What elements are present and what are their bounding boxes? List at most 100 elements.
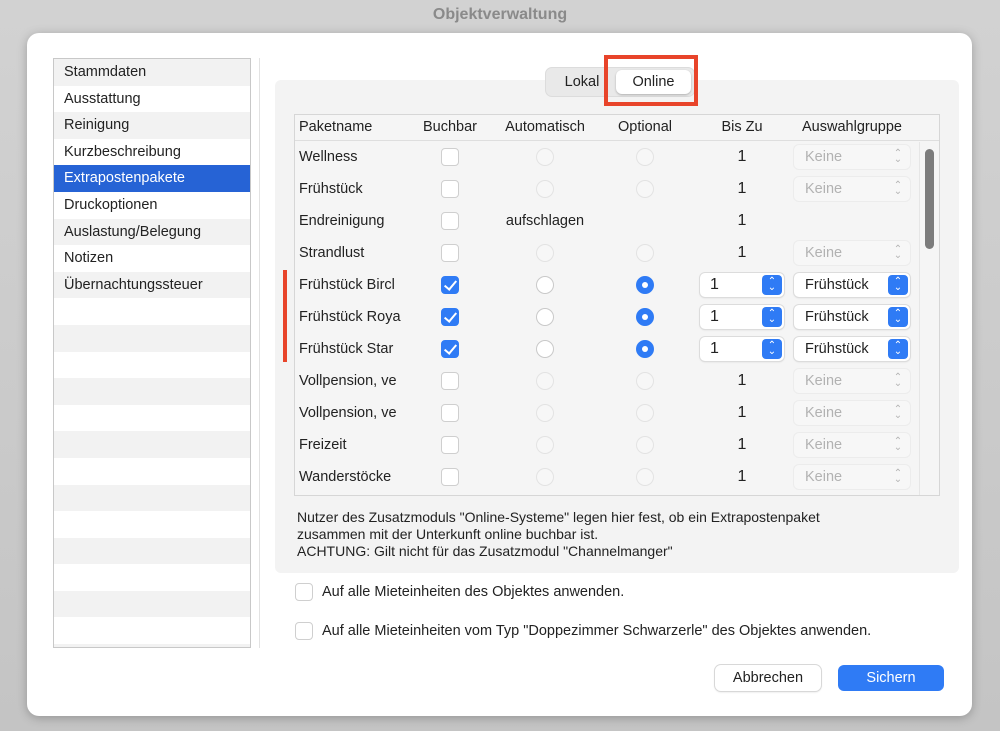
auswahlgruppe-cell: Keine ⌃ ⌄: [787, 177, 917, 201]
automatisch-radio[interactable]: [536, 276, 554, 294]
buchbar-checkbox[interactable]: [441, 276, 459, 294]
buchbar-checkbox[interactable]: [441, 436, 459, 454]
table-body: Wellness 1 Keine ⌃ ⌄ Frühstück 1 Keine ⌃ ⌄ Endrein…: [295, 141, 939, 493]
table-row[interactable]: Endreinigung aufschlagen 1: [295, 205, 939, 237]
buchbar-cell: [403, 372, 497, 390]
bis-zu-stepper[interactable]: 1 ⌃ ⌄: [700, 305, 784, 329]
window-title: Objektverwaltung: [432, 6, 568, 23]
buchbar-cell: [403, 308, 497, 326]
column-header-bis-zu[interactable]: Bis Zu: [697, 115, 787, 140]
buchbar-checkbox[interactable]: [441, 372, 459, 390]
optional-cell: [593, 372, 697, 390]
buchbar-checkbox[interactable]: [441, 244, 459, 262]
table-row[interactable]: Vollpension, ve 1 Keine ⌃ ⌄: [295, 397, 939, 429]
bis-zu-stepper[interactable]: 1 ⌃ ⌄: [700, 337, 784, 361]
bis-zu-value: 1: [737, 244, 747, 261]
stepper-arrows-icon[interactable]: ⌃ ⌄: [762, 307, 782, 327]
package-name: Frühstück Roya: [299, 309, 401, 325]
column-header-auswahlgruppe[interactable]: Auswahlgruppe: [787, 115, 917, 140]
package-name: Endreinigung: [299, 213, 385, 229]
sidebar-item[interactable]: Auslastung/Belegung: [54, 218, 250, 246]
column-header-buchbar[interactable]: Buchbar: [403, 115, 497, 140]
bis-zu-value[interactable]: 1: [710, 276, 719, 294]
apply-type-units-checkbox[interactable]: [295, 622, 313, 640]
automatisch-cell: [497, 340, 593, 358]
automatisch-radio: [536, 468, 554, 486]
buchbar-checkbox[interactable]: [441, 308, 459, 326]
buchbar-checkbox[interactable]: [441, 468, 459, 486]
package-name: Vollpension, ve: [299, 405, 397, 421]
bis-zu-value: 1: [737, 148, 747, 165]
table-row[interactable]: Frühstück 1 Keine ⌃ ⌄: [295, 173, 939, 205]
optional-radio[interactable]: [636, 308, 654, 326]
bis-zu-value: 1: [737, 404, 747, 421]
apply-all-units-checkbox[interactable]: [295, 583, 313, 601]
apply-type-units-label[interactable]: Auf alle Mieteinheiten vom Typ "Doppezim…: [322, 623, 871, 639]
table-row[interactable]: Vollpension, ve 1 Keine ⌃ ⌄: [295, 365, 939, 397]
buchbar-checkbox[interactable]: [441, 212, 459, 230]
apply-all-units-option[interactable]: Auf alle Mieteinheiten des Objektes anwe…: [295, 583, 624, 601]
save-button[interactable]: Sichern: [838, 665, 944, 691]
buchbar-checkbox[interactable]: [441, 404, 459, 422]
vertical-scrollbar[interactable]: [919, 142, 939, 495]
sidebar-item[interactable]: Reinigung: [54, 112, 250, 139]
optional-radio[interactable]: [636, 276, 654, 294]
sidebar-empty-row: [54, 537, 250, 565]
apply-all-units-label[interactable]: Auf alle Mieteinheiten des Objektes anwe…: [322, 584, 624, 600]
sidebar-item[interactable]: Ausstattung: [54, 86, 250, 113]
bis-zu-value: 1: [737, 212, 747, 229]
sidebar-item[interactable]: Notizen: [54, 245, 250, 272]
auswahlgruppe-popup[interactable]: Frühstück ⌃ ⌄: [794, 305, 910, 329]
bis-zu-stepper[interactable]: 1 ⌃ ⌄: [700, 273, 784, 297]
buchbar-checkbox[interactable]: [441, 340, 459, 358]
popup-arrows-icon: ⌃ ⌄: [888, 307, 908, 327]
buchbar-cell: [403, 212, 497, 230]
table-row[interactable]: Freizeit 1 Keine ⌃ ⌄: [295, 429, 939, 461]
stepper-arrows-icon[interactable]: ⌃ ⌄: [762, 339, 782, 359]
annotation-highlight-box: [604, 55, 698, 106]
table-row[interactable]: Frühstück Bircl 1 ⌃ ⌄ Frühstück ⌃ ⌄: [295, 269, 939, 301]
auswahlgruppe-popup: Keine ⌃ ⌄: [794, 465, 910, 489]
stepper-arrows-icon[interactable]: ⌃ ⌄: [762, 275, 782, 295]
auswahlgruppe-cell: Keine ⌃ ⌄: [787, 465, 917, 489]
sidebar-item[interactable]: Druckoptionen: [54, 192, 250, 219]
table-row[interactable]: Wanderstöcke 1 Keine ⌃ ⌄: [295, 461, 939, 493]
column-header-paketname[interactable]: Paketname: [295, 115, 403, 140]
bis-zu-value[interactable]: 1: [710, 308, 719, 326]
automatisch-cell: [497, 372, 593, 390]
table-row[interactable]: Strandlust 1 Keine ⌃ ⌄: [295, 237, 939, 269]
sidebar-item[interactable]: Extrapostenpakete: [54, 165, 250, 192]
apply-type-units-option[interactable]: Auf alle Mieteinheiten vom Typ "Doppezim…: [295, 622, 871, 640]
bis-zu-value: 1: [737, 180, 747, 197]
column-header-optional[interactable]: Optional: [593, 115, 697, 140]
sidebar-empty-row: [54, 458, 250, 485]
bis-zu-value[interactable]: 1: [710, 340, 719, 358]
buchbar-checkbox[interactable]: [441, 180, 459, 198]
table-row[interactable]: Frühstück Roya 1 ⌃ ⌄ Frühstück ⌃ ⌄: [295, 301, 939, 333]
table-row[interactable]: Frühstück Star 1 ⌃ ⌄ Frühstück ⌃ ⌄: [295, 333, 939, 365]
automatisch-cell: [497, 276, 593, 294]
auswahlgruppe-popup[interactable]: Frühstück ⌃ ⌄: [794, 273, 910, 297]
sidebar-empty-row: [54, 431, 250, 458]
auswahlgruppe-value: Keine: [805, 373, 843, 389]
bis-zu-cell: 1: [697, 212, 787, 230]
column-header-automatisch[interactable]: Automatisch: [497, 115, 593, 140]
automatisch-radio[interactable]: [536, 308, 554, 326]
buchbar-checkbox[interactable]: [441, 148, 459, 166]
buchbar-cell: [403, 340, 497, 358]
sidebar-item[interactable]: Stammdaten: [54, 59, 250, 86]
automatisch-radio[interactable]: [536, 340, 554, 358]
popup-arrows-icon: ⌃ ⌄: [893, 372, 903, 389]
auswahlgruppe-value: Keine: [805, 181, 843, 197]
auswahlgruppe-popup[interactable]: Frühstück ⌃ ⌄: [794, 337, 910, 361]
sidebar-item[interactable]: Kurzbeschreibung: [54, 139, 250, 166]
sidebar-item[interactable]: Übernachtungssteuer: [54, 271, 250, 299]
bis-zu-value: 1: [737, 468, 747, 485]
info-line-2: zusammen mit der Unterkunft online buchb…: [297, 526, 599, 542]
cancel-button[interactable]: Abbrechen: [715, 665, 821, 691]
bis-zu-value: 1: [737, 372, 747, 389]
optional-radio[interactable]: [636, 340, 654, 358]
auswahlgruppe-cell: Frühstück ⌃ ⌄: [787, 305, 917, 329]
table-row[interactable]: Wellness 1 Keine ⌃ ⌄: [295, 141, 939, 173]
scrollbar-thumb[interactable]: [925, 149, 934, 249]
